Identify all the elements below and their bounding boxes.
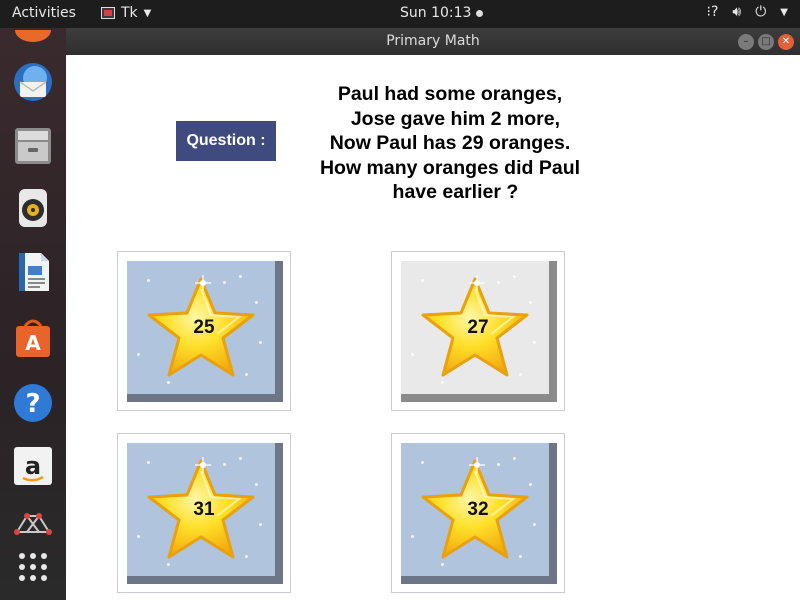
minimize-icon[interactable]: – [738, 34, 754, 50]
help-icon[interactable]: ? [9, 379, 57, 427]
clock[interactable]: Sun 10:13 [400, 5, 484, 21]
window-titlebar[interactable]: Primary Math – □ ✕ [66, 28, 800, 55]
system-tray[interactable]: ⁝? 🔊︎ ⏻ ▼ [707, 4, 789, 20]
network-icon[interactable] [9, 500, 57, 548]
volume-icon[interactable]: 🔊︎ [732, 4, 741, 20]
software-center-icon[interactable]: A [9, 314, 57, 362]
firefox-icon[interactable] [9, 30, 57, 44]
app-menu[interactable]: Tk ▼ [101, 5, 151, 21]
amazon-icon[interactable]: a [9, 442, 57, 490]
power-icon[interactable]: ⏻ [755, 4, 766, 20]
network-status-icon[interactable]: ⁝? [707, 4, 719, 20]
svg-text:?: ? [25, 389, 40, 419]
answer-value: 27 [467, 316, 489, 338]
window-controls: – □ ✕ [738, 34, 794, 50]
clock-label: Sun 10:13 [400, 5, 472, 21]
maximize-icon[interactable]: □ [758, 34, 774, 50]
answer-face: 25 [127, 261, 283, 402]
thunderbird-icon[interactable] [9, 58, 57, 106]
top-bar: Activities Tk ▼ Sun 10:13 ⁝? 🔊︎ ⏻ ▼ [0, 0, 800, 28]
answer-value: 25 [193, 316, 215, 338]
window-content: Question : Paul had some oranges, Jose g… [66, 55, 800, 600]
chevron-down-icon[interactable]: ▼ [780, 7, 788, 18]
libreoffice-writer-icon[interactable] [9, 248, 57, 296]
svg-text:a: a [25, 452, 41, 480]
close-icon[interactable]: ✕ [778, 34, 794, 50]
files-icon[interactable] [9, 122, 57, 170]
app-menu-label: Tk [121, 5, 138, 21]
activities-button[interactable]: Activities [12, 5, 76, 21]
question-text: Paul had some oranges, Jose gave him 2 m… [319, 83, 581, 203]
answer-button[interactable]: 31 [117, 433, 291, 593]
answer-value: 31 [193, 498, 215, 520]
notification-dot-icon [476, 9, 484, 17]
show-apps-icon[interactable] [9, 543, 57, 591]
answer-button[interactable]: 25 [117, 251, 291, 411]
question-label: Question : [176, 121, 276, 161]
chevron-down-icon: ▼ [143, 7, 152, 19]
svg-text:A: A [25, 331, 41, 355]
answer-value: 32 [467, 498, 489, 520]
answer-face: 31 [127, 443, 283, 584]
rhythmbox-icon[interactable] [9, 184, 57, 232]
dock: A ? a [0, 28, 66, 600]
window-title: Primary Math [386, 33, 480, 49]
answer-button[interactable]: 27 [391, 251, 565, 411]
answer-button[interactable]: 32 [391, 433, 565, 593]
answer-face: 27 [401, 261, 557, 402]
tk-app-icon [101, 7, 115, 19]
answer-face: 32 [401, 443, 557, 584]
